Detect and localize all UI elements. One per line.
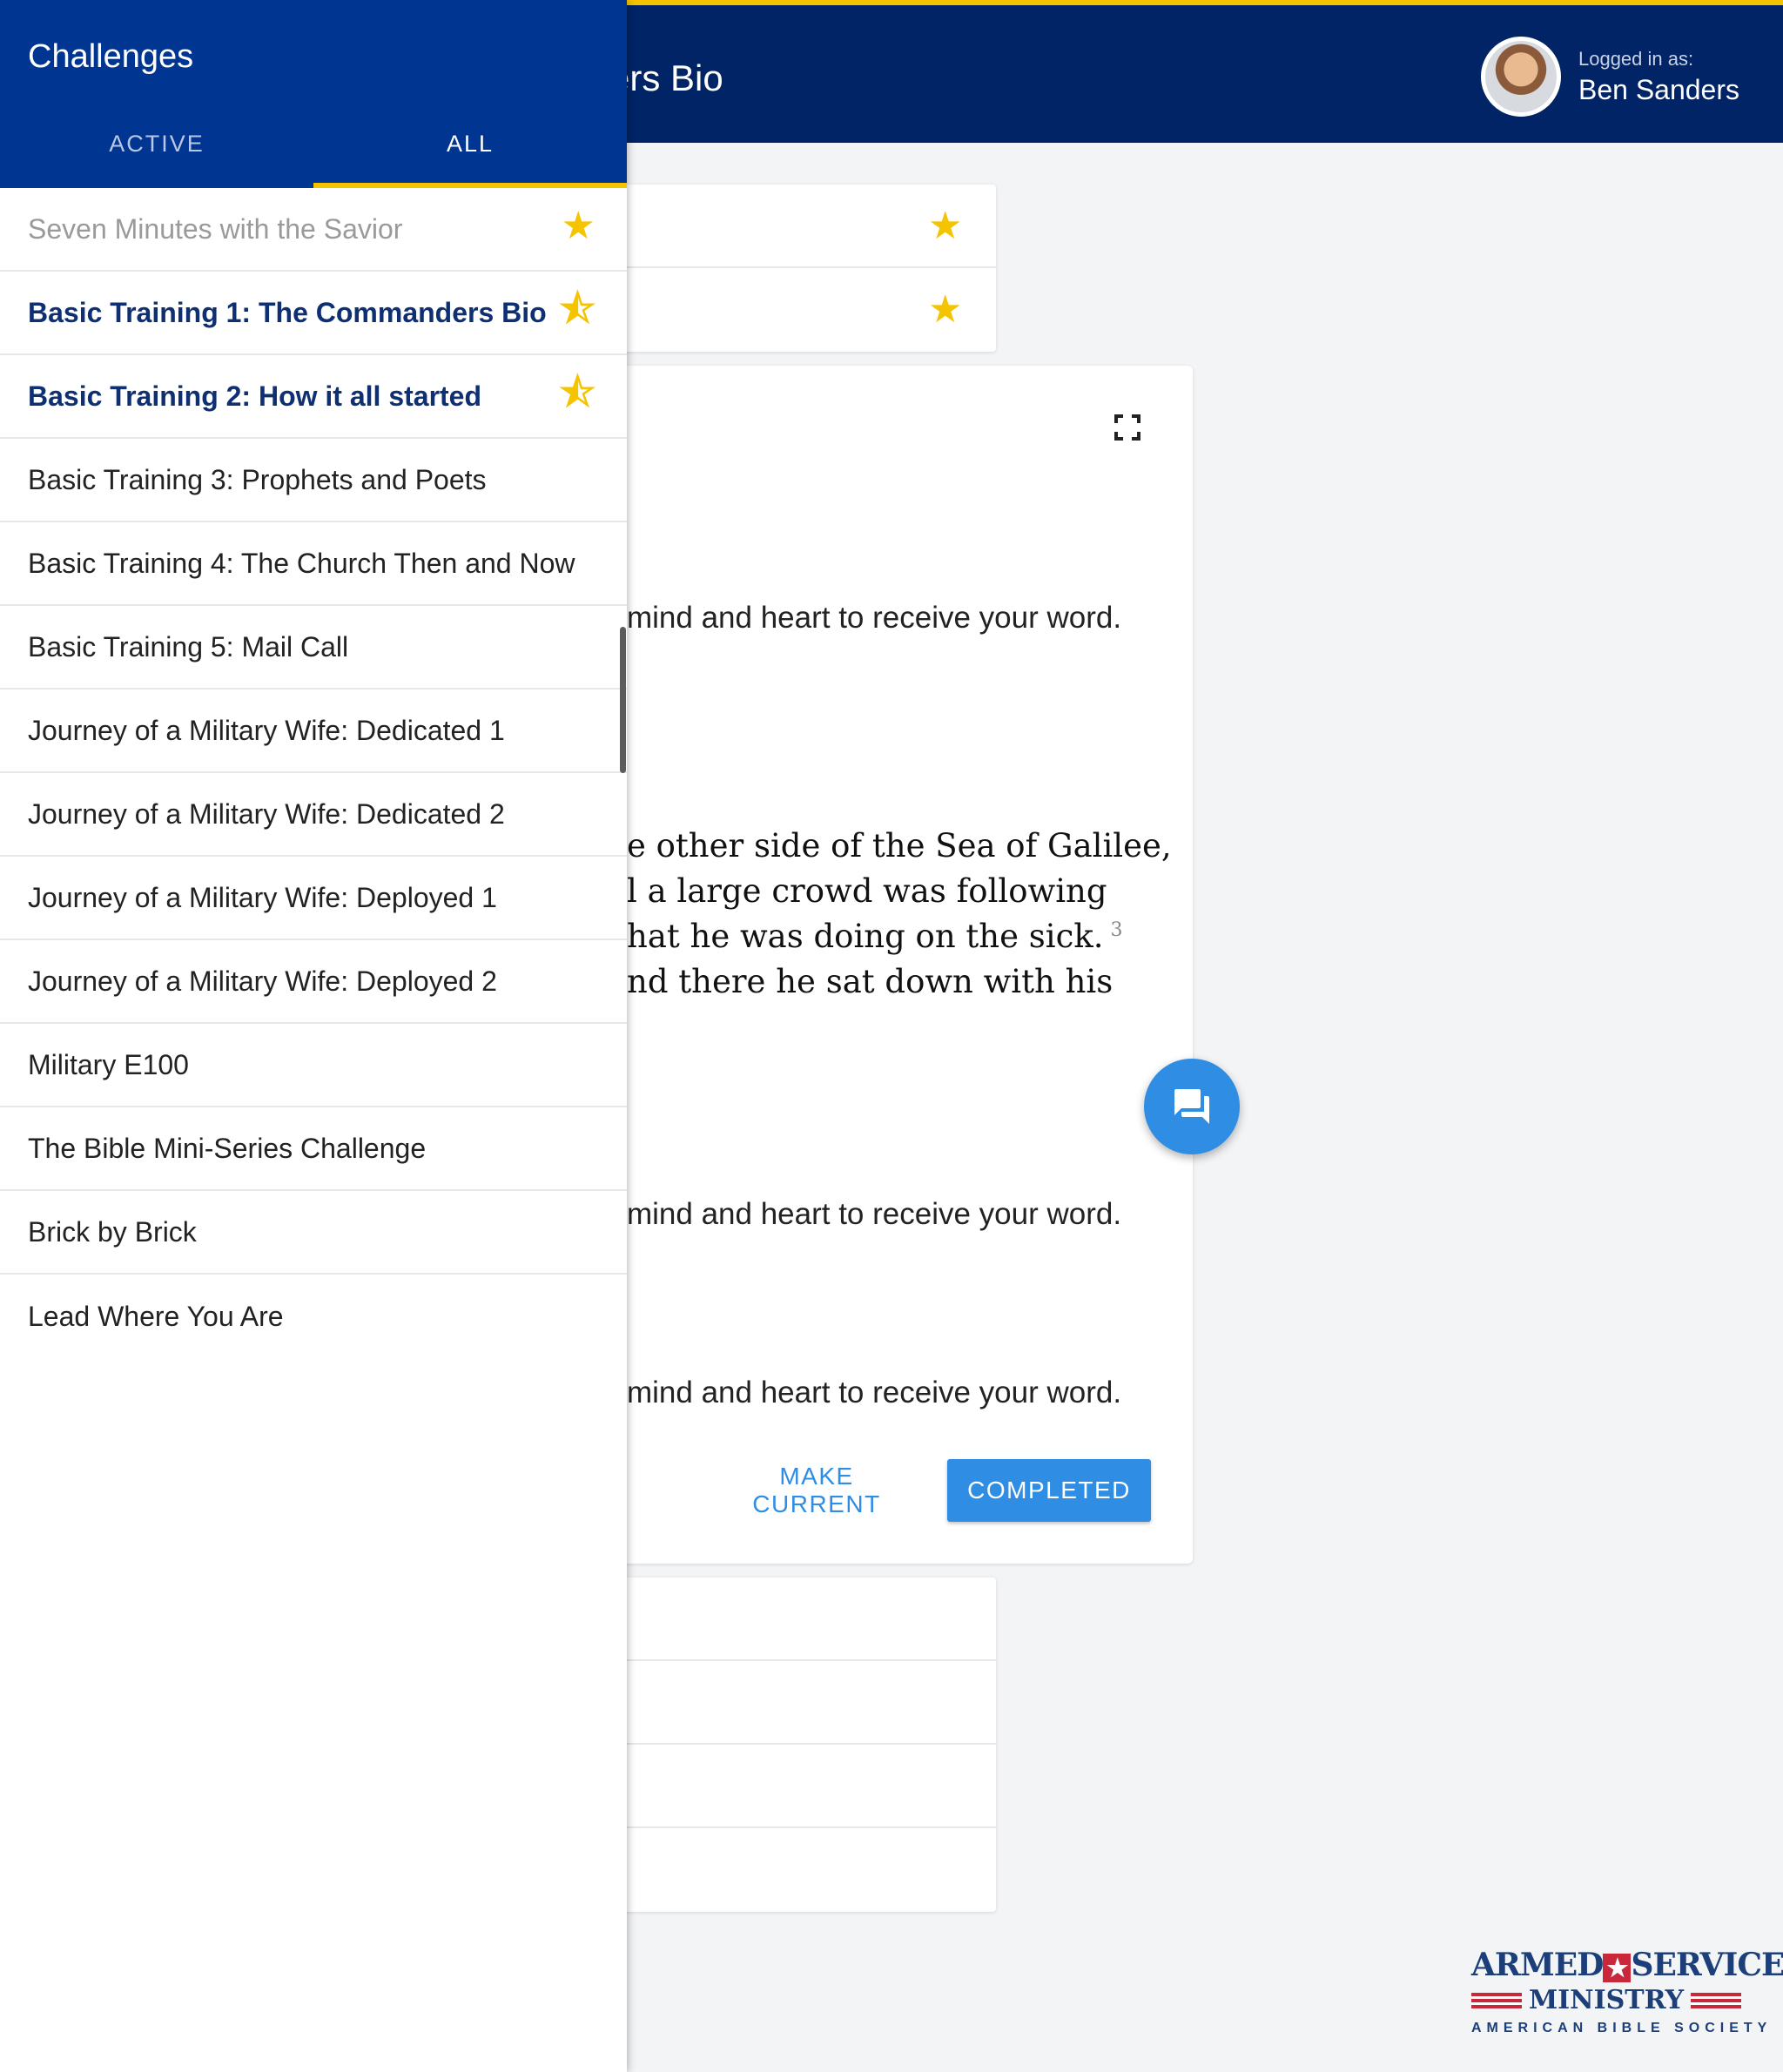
list-item[interactable] [609,1828,996,1912]
challenge-item[interactable]: The Bible Mini-Series Challenge [0,1107,627,1191]
challenge-item[interactable]: Seven Minutes with the Savior ★ [0,188,627,272]
reading-text: mind and heart to receive your word. [627,1376,1122,1409]
completed-button[interactable]: COMPLETED [947,1459,1151,1522]
drawer-scrollbar[interactable] [620,627,626,773]
star-icon: ★ [928,288,963,331]
make-current-button[interactable]: MAKE CURRENT [721,1459,912,1522]
reading-text: mind and heart to receive your word. [627,601,1122,635]
fullscreen-icon[interactable] [1114,414,1140,441]
list-item[interactable] [609,1661,996,1745]
chat-button[interactable] [1144,1059,1240,1154]
challenge-item[interactable]: Journey of a Military Wife: Dedicated 1 [0,690,627,773]
scripture-text: e other side of the Sea of Galilee, [627,827,1172,864]
tab-all[interactable]: ALL [313,131,627,158]
reading-card: mind and heart to receive your word. e o… [609,366,1193,1564]
challenge-item[interactable]: Basic Training 1: The Commanders Bio ⯪ [0,272,627,355]
reading-text: mind and heart to receive your word. [627,1197,1122,1231]
logo-star-icon: ★ [1603,1953,1632,1982]
challenges-drawer: Challenges ACTIVE ALL Seven Minutes with… [0,0,627,2072]
armed-services-ministry-logo: ARMED★SERVICES MINISTRY AMERICAN BIBLE S… [1471,1947,1783,2035]
challenge-item[interactable]: Basic Training 4: The Church Then and No… [0,522,627,606]
star-icon: ★ [561,205,595,247]
challenge-item[interactable]: Lead Where You Are [0,1275,627,1358]
user-info[interactable]: Logged in as: Ben Sanders [1480,37,1739,117]
challenge-item[interactable]: Journey of a Military Wife: Deployed 1 [0,857,627,940]
challenge-item[interactable]: Brick by Brick [0,1191,627,1275]
challenge-item[interactable]: Basic Training 2: How it all started ⯪ [0,355,627,439]
list-item[interactable] [609,1745,996,1828]
list-item[interactable] [609,1578,996,1661]
challenge-item[interactable]: Basic Training 5: Mail Call [0,606,627,690]
logged-in-label: Logged in as: [1578,47,1694,70]
scripture-text: l a large crowd was following [627,872,1107,910]
challenge-item[interactable]: Journey of a Military Wife: Dedicated 2 [0,773,627,857]
day-list-bottom [609,1578,996,1912]
drawer-header: Challenges ACTIVE ALL [0,0,627,188]
scripture-text: nd there he sat down with his [627,963,1114,1000]
user-name: Ben Sanders [1578,73,1739,105]
challenge-item[interactable]: Journey of a Military Wife: Deployed 2 [0,940,627,1024]
half-star-icon: ⯪ [559,372,595,414]
list-item[interactable]: ★ [609,268,996,352]
challenge-item[interactable]: Basic Training 3: Prophets and Poets [0,439,627,522]
half-star-icon: ⯪ [559,288,595,331]
challenge-item[interactable]: Military E100 [0,1024,627,1107]
drawer-title: Challenges [28,38,194,75]
list-item[interactable]: ★ [609,185,996,268]
challenge-list: Seven Minutes with the Savior ★ Basic Tra… [0,188,627,1358]
scripture-text: hat he was doing on the sick. 3 [627,918,1123,955]
tab-active[interactable]: ACTIVE [0,131,313,158]
star-icon: ★ [928,205,963,247]
day-list-top: ★ ★ [609,185,996,352]
avatar[interactable] [1480,37,1561,117]
chat-icon [1174,1089,1209,1124]
verse-number: 3 [1110,918,1123,941]
